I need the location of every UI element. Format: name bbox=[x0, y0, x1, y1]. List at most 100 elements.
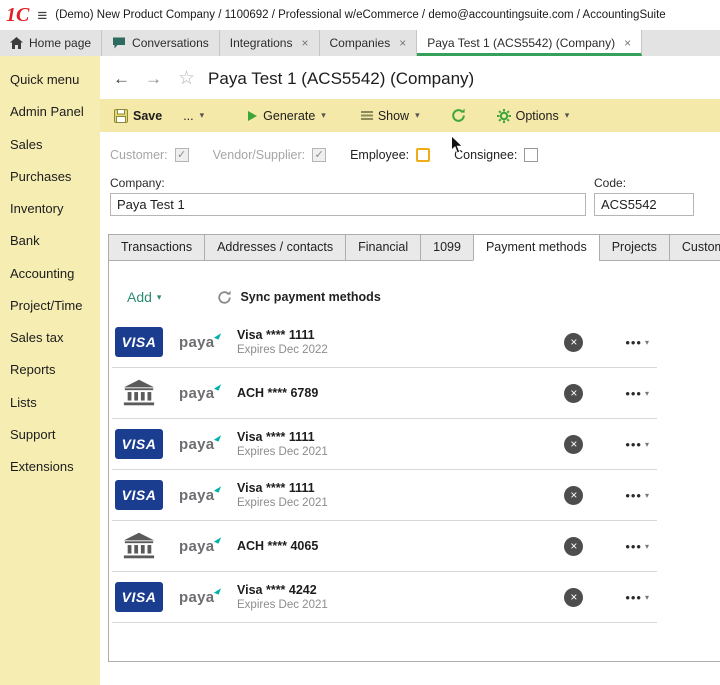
tab-addresses-contacts[interactable]: Addresses / contacts bbox=[204, 234, 347, 261]
sidebar-item-lists[interactable]: Lists bbox=[0, 387, 100, 419]
payment-method-text: Visa **** 1111 Expires Dec 2021 bbox=[237, 481, 328, 509]
tab-payment-methods[interactable]: Payment methods bbox=[472, 234, 600, 261]
delete-payment-method-button[interactable]: × bbox=[564, 485, 584, 505]
window-tab-integrations[interactable]: Integrations × bbox=[220, 30, 320, 56]
tab-1099[interactable]: 1099 bbox=[420, 234, 474, 261]
paya-logo: paya bbox=[179, 334, 221, 351]
role-customer: Customer: bbox=[110, 148, 189, 162]
close-tab-icon[interactable]: × bbox=[624, 36, 631, 50]
payment-method-menu-button[interactable]: ••• ▾ bbox=[625, 590, 650, 605]
add-label: Add bbox=[127, 289, 152, 305]
tab-label: Integrations bbox=[229, 36, 293, 50]
main-layout: Quick menu Admin Panel Sales Purchases Inven… bbox=[0, 56, 720, 685]
payment-method-text: Visa **** 4242 Expires Dec 2021 bbox=[237, 583, 328, 611]
company-field: Company: bbox=[110, 176, 586, 216]
sidebar-item-project-time[interactable]: Project/Time bbox=[0, 290, 100, 322]
sidebar-item-inventory[interactable]: Inventory bbox=[0, 193, 100, 225]
more-actions-button[interactable]: ... ▾ bbox=[181, 107, 206, 125]
close-tab-icon[interactable]: × bbox=[301, 36, 308, 50]
paya-logo: paya bbox=[179, 436, 221, 453]
sidebar-item-quick-menu[interactable]: Quick menu bbox=[0, 64, 100, 96]
payment-method-menu-button[interactable]: ••• ▾ bbox=[625, 335, 650, 350]
chevron-down-icon: ▾ bbox=[156, 291, 162, 302]
sidebar-item-sales-tax[interactable]: Sales tax bbox=[0, 322, 100, 354]
app-header-text: (Demo) New Product Company / 1100692 / P… bbox=[55, 9, 666, 21]
tab-financial[interactable]: Financial bbox=[345, 234, 422, 261]
payment-method-text: Visa **** 1111 Expires Dec 2021 bbox=[237, 430, 328, 458]
chevron-down-icon: ▾ bbox=[415, 110, 420, 120]
payment-method-text: ACH **** 6789 bbox=[237, 386, 318, 400]
company-fields: Company: Code: bbox=[100, 166, 720, 220]
main-content: ← → ☆ Paya Test 1 (ACS5542) (Company) Sa… bbox=[100, 56, 720, 685]
delete-payment-method-button[interactable]: × bbox=[564, 587, 584, 607]
company-input[interactable] bbox=[110, 193, 586, 216]
chevron-down-icon: ▾ bbox=[199, 110, 205, 120]
payment-method-row: paya ACH **** 6789 × ••• ▾ bbox=[112, 368, 657, 419]
code-input[interactable] bbox=[594, 193, 694, 216]
refresh-icon bbox=[451, 108, 465, 122]
add-payment-method-button[interactable]: Add ▾ bbox=[127, 289, 161, 305]
payment-methods-panel: Add ▾ Sync payment methods VISA paya Visa *… bbox=[108, 260, 720, 662]
close-tab-icon[interactable]: × bbox=[399, 36, 406, 50]
role-label: Employee: bbox=[350, 148, 410, 162]
payment-method-menu-button[interactable]: ••• ▾ bbox=[625, 386, 650, 401]
payment-method-menu-button[interactable]: ••• ▾ bbox=[625, 539, 650, 554]
sidebar-item-sales[interactable]: Sales bbox=[0, 129, 100, 161]
visa-card-icon: VISA bbox=[115, 480, 163, 510]
favorite-star-icon[interactable]: ☆ bbox=[178, 67, 195, 90]
options-gear-icon bbox=[496, 108, 511, 123]
tab-label: Home page bbox=[29, 36, 92, 50]
window-tab-companies[interactable]: Companies × bbox=[320, 30, 418, 56]
tab-transactions[interactable]: Transactions bbox=[108, 234, 206, 261]
chevron-down-icon: ▾ bbox=[644, 592, 650, 602]
payment-method-expiry: Expires Dec 2021 bbox=[237, 599, 328, 611]
checkbox-consignee[interactable] bbox=[524, 148, 539, 162]
forward-button[interactable]: → bbox=[142, 70, 165, 87]
save-button[interactable]: Save bbox=[112, 107, 164, 125]
main-menu-icon[interactable]: ≡ bbox=[37, 7, 47, 24]
window-tab-home-page[interactable]: Home page bbox=[0, 30, 103, 56]
delete-payment-method-button[interactable]: × bbox=[564, 332, 584, 352]
chevron-down-icon: ▾ bbox=[644, 439, 650, 449]
options-button[interactable]: Options ▾ bbox=[495, 107, 572, 125]
sidebar-item-bank[interactable]: Bank bbox=[0, 225, 100, 257]
delete-payment-method-button[interactable]: × bbox=[564, 536, 584, 556]
payment-method-title: Visa **** 1111 bbox=[237, 328, 315, 342]
sync-label: Sync payment methods bbox=[240, 290, 381, 304]
chevron-down-icon: ▾ bbox=[644, 337, 650, 347]
show-button[interactable]: Show ▾ bbox=[359, 107, 422, 125]
refresh-button[interactable] bbox=[449, 106, 468, 125]
delete-payment-method-button[interactable]: × bbox=[564, 434, 584, 454]
sidebar-item-support[interactable]: Support bbox=[0, 419, 100, 451]
sidebar-item-reports[interactable]: Reports bbox=[0, 354, 100, 386]
sidebar-item-purchases[interactable]: Purchases bbox=[0, 161, 100, 193]
home-icon bbox=[10, 37, 23, 49]
delete-payment-method-button[interactable]: × bbox=[564, 383, 584, 403]
window-tab-paya-test-1-acs5542-company[interactable]: Paya Test 1 (ACS5542) (Company) × bbox=[417, 30, 643, 56]
payment-methods-actions: Add ▾ Sync payment methods bbox=[127, 289, 720, 305]
back-button[interactable]: ← bbox=[110, 70, 133, 87]
checkbox-employee[interactable] bbox=[416, 148, 431, 162]
sync-payment-methods-button[interactable]: Sync payment methods bbox=[217, 290, 381, 305]
payment-method-row: VISA paya Visa **** 1111 Expires Dec 2021 × •… bbox=[112, 470, 657, 521]
payment-method-text: Visa **** 1111 Expires Dec 2022 bbox=[237, 328, 328, 356]
1c-logo: 1С bbox=[6, 4, 30, 26]
sidebar-item-admin-panel[interactable]: Admin Panel bbox=[0, 96, 100, 128]
options-label: Options bbox=[515, 108, 559, 123]
tab-label: Conversations bbox=[132, 36, 209, 50]
sidebar-item-accounting[interactable]: Accounting bbox=[0, 258, 100, 290]
code-field: Code: bbox=[594, 176, 694, 216]
tab-custom-fields[interactable]: Custom fields bbox=[668, 234, 720, 261]
sidebar-item-extensions[interactable]: Extensions bbox=[0, 451, 100, 483]
bank-ach-icon bbox=[115, 531, 163, 561]
generate-button[interactable]: Generate ▾ bbox=[245, 107, 328, 125]
role-label: Consignee: bbox=[454, 148, 518, 162]
window-tab-conversations[interactable]: Conversations bbox=[102, 30, 220, 56]
payment-method-row: VISA paya Visa **** 1111 Expires Dec 2022 × •… bbox=[112, 317, 657, 368]
payment-method-menu-button[interactable]: ••• ▾ bbox=[625, 437, 650, 452]
tab-projects[interactable]: Projects bbox=[598, 234, 670, 261]
entity-roles-row: Customer: Vendor/Supplier: Employee: Consig… bbox=[100, 132, 720, 166]
payment-method-menu-button[interactable]: ••• ▾ bbox=[625, 488, 650, 503]
chevron-down-icon: ▾ bbox=[321, 110, 326, 120]
show-icon bbox=[360, 111, 373, 120]
